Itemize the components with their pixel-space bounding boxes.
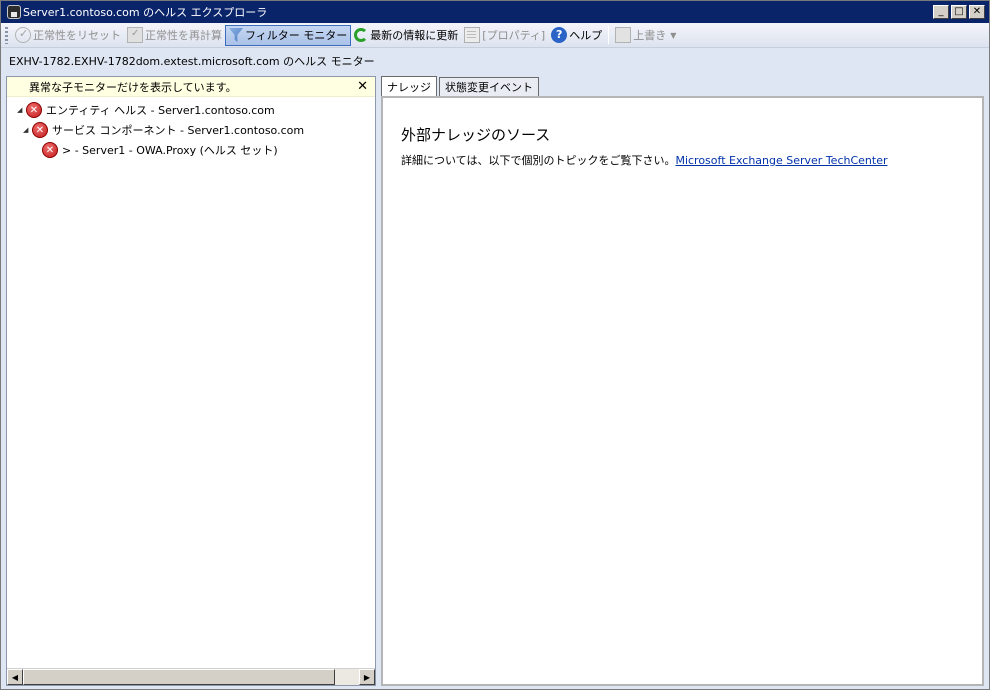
tab-state-change-events[interactable]: 状態変更イベント [439, 77, 539, 96]
reset-health-icon [15, 27, 31, 43]
error-icon: ✕ [26, 102, 42, 118]
monitor-tree-pane: 異常な子モニターだけを表示しています。 ✕ ◢ ✕ エンティティ ヘルス - S… [6, 76, 376, 686]
properties-button[interactable]: [プロパティ] [461, 25, 548, 46]
knowledge-pane: 外部ナレッジのソース 詳細については、以下で個別のトピックをご覧下さい。Micr… [381, 96, 984, 686]
toolbar-grip[interactable] [5, 26, 8, 44]
reset-health-label: 正常性をリセット [33, 29, 121, 42]
tree-item-label: > - Server1 - OWA.Proxy (ヘルス セット) [62, 144, 278, 157]
window-title: Server1.contoso.com のヘルス エクスプローラ [23, 6, 268, 19]
close-filter-icon[interactable]: ✕ [357, 79, 368, 94]
refresh-button[interactable]: 最新の情報に更新 [351, 25, 461, 46]
reset-health-button[interactable]: 正常性をリセット [12, 25, 124, 46]
tree-item-entity-health[interactable]: ◢ ✕ エンティティ ヘルス - Server1.contoso.com [7, 100, 375, 120]
knowledge-body: 詳細については、以下で個別のトピックをご覧下さい。Microsoft Excha… [401, 152, 964, 168]
tree-item-label: サービス コンポーネント - Server1.contoso.com [52, 124, 305, 137]
help-button[interactable]: ? ヘルプ [548, 25, 605, 46]
refresh-label: 最新の情報に更新 [370, 29, 459, 42]
details-tabs: ナレッジ 状態変更イベント [381, 76, 541, 96]
health-monitor-header: EXHV-1782.EXHV-1782dom.extest.microsoft.… [1, 49, 989, 73]
tab-knowledge[interactable]: ナレッジ [381, 76, 437, 96]
error-icon: ✕ [32, 122, 48, 138]
help-label: ヘルプ [569, 29, 603, 42]
health-explorer-window: Server1.contoso.com のヘルス エクスプローラ _ □ ✕ 正… [0, 0, 990, 690]
recalculate-health-label: 正常性を再計算 [145, 29, 222, 42]
override-dropdown-button[interactable]: 上書き ▼ [612, 25, 679, 46]
scroll-right-button[interactable]: ▶ [359, 669, 375, 685]
tree-item-label: エンティティ ヘルス - Server1.contoso.com [46, 104, 275, 117]
scroll-track[interactable] [335, 669, 359, 685]
toolbar: 正常性をリセット 正常性を再計算 フィルター モニター 最新の情報に更新 [プロ… [1, 23, 989, 48]
chevron-down-icon: ▼ [670, 30, 677, 40]
refresh-icon [354, 28, 369, 42]
title-bar[interactable]: Server1.contoso.com のヘルス エクスプローラ _ □ ✕ [1, 1, 989, 23]
collapse-arrow-icon[interactable]: ◢ [23, 126, 32, 134]
override-icon [615, 27, 632, 43]
knowledge-content: 外部ナレッジのソース 詳細については、以下で個別のトピックをご覧下さい。Micr… [383, 98, 982, 194]
scroll-thumb[interactable] [23, 669, 335, 685]
toolbar-separator [608, 26, 610, 44]
techcenter-link[interactable]: Microsoft Exchange Server TechCenter [675, 154, 887, 167]
window-controls: _ □ ✕ [933, 5, 985, 19]
maximize-button[interactable]: □ [951, 5, 967, 19]
app-icon [7, 5, 21, 19]
filter-monitors-label: フィルター モニター [245, 29, 348, 42]
health-monitor-header-text: EXHV-1782.EXHV-1782dom.extest.microsoft.… [9, 55, 375, 68]
properties-label: [プロパティ] [482, 29, 546, 42]
tree-item-owa-proxy[interactable]: ✕ > - Server1 - OWA.Proxy (ヘルス セット) [7, 140, 375, 160]
override-label: 上書き [633, 29, 667, 42]
tree-item-service-component[interactable]: ◢ ✕ サービス コンポーネント - Server1.contoso.com [7, 120, 375, 140]
minimize-button[interactable]: _ [933, 5, 949, 19]
help-icon: ? [551, 27, 568, 43]
collapse-arrow-icon[interactable]: ◢ [17, 106, 26, 114]
filter-notice-bar: 異常な子モニターだけを表示しています。 ✕ [7, 77, 375, 97]
recalculate-health-button[interactable]: 正常性を再計算 [124, 25, 225, 46]
monitor-tree: ◢ ✕ エンティティ ヘルス - Server1.contoso.com ◢ ✕… [7, 97, 375, 160]
scroll-left-button[interactable]: ◀ [7, 669, 23, 685]
knowledge-body-text: 詳細については、以下で個別のトピックをご覧下さい。 [401, 154, 676, 167]
knowledge-title: 外部ナレッジのソース [401, 126, 551, 144]
filter-icon [229, 28, 243, 42]
filter-notice-text: 異常な子モニターだけを表示しています。 [29, 80, 237, 94]
filter-monitors-button[interactable]: フィルター モニター [225, 24, 352, 46]
recalculate-icon [127, 27, 143, 43]
properties-icon [464, 27, 481, 43]
horizontal-scrollbar[interactable]: ◀ ▶ [7, 668, 375, 685]
close-button[interactable]: ✕ [969, 5, 985, 19]
error-icon: ✕ [42, 142, 58, 158]
pane-splitter[interactable] [376, 76, 380, 686]
